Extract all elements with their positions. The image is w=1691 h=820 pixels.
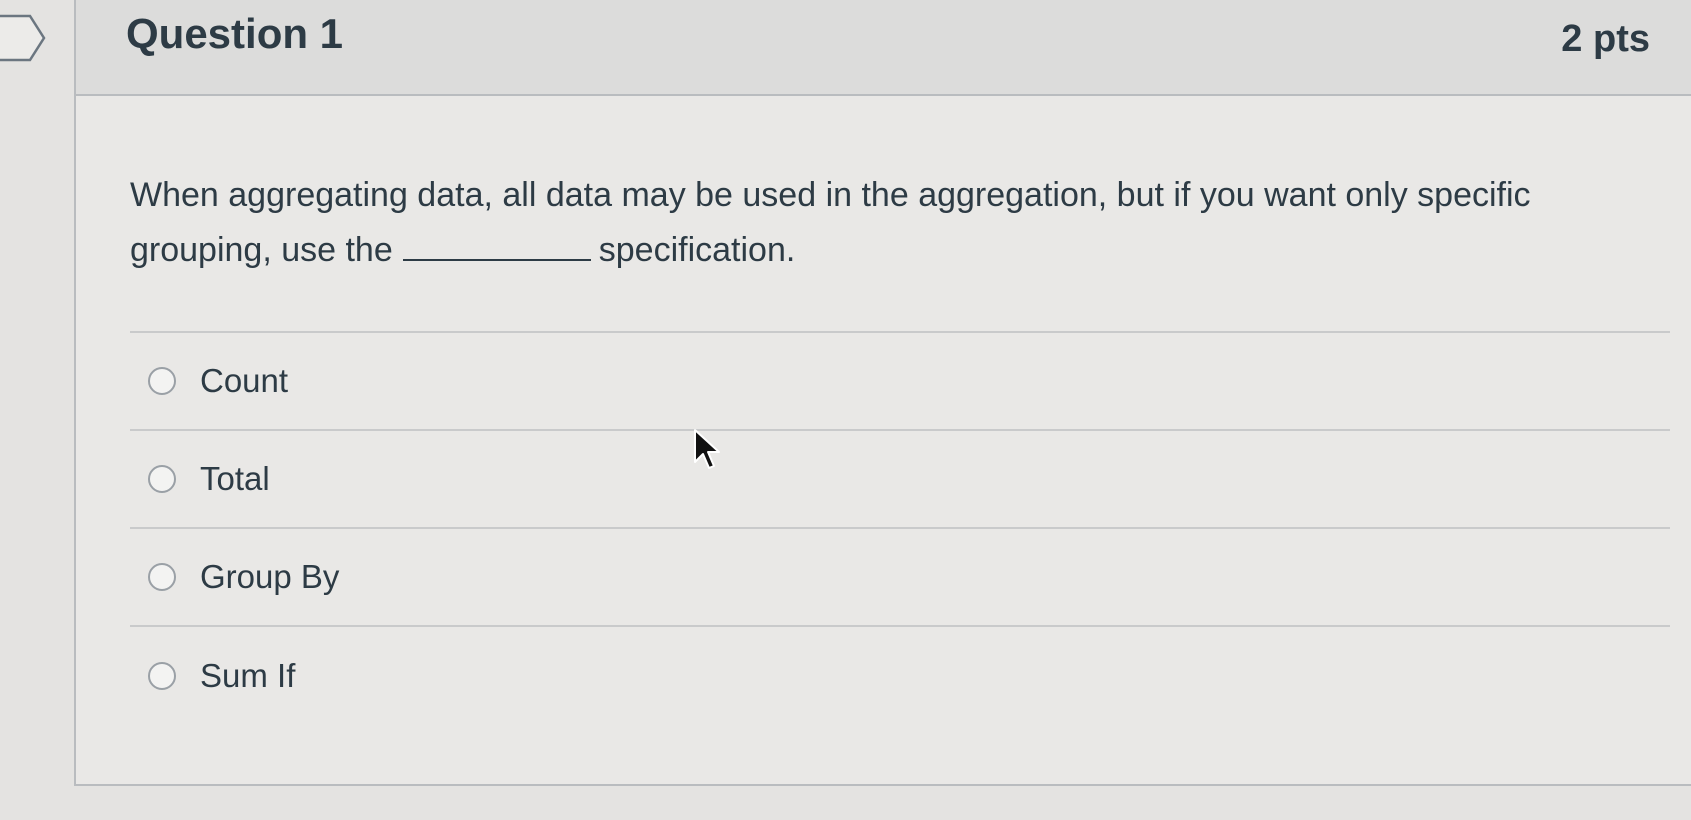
answer-option-count[interactable]: Count: [130, 333, 1670, 431]
radio-button[interactable]: [148, 367, 176, 395]
question-card: Question 1 2 pts When aggregating data, …: [74, 0, 1691, 786]
answer-label: Total: [200, 460, 270, 497]
question-text-after: specification.: [598, 231, 796, 269]
question-text-before: When aggregating data, all data may be u…: [130, 176, 1531, 269]
radio-button[interactable]: [148, 662, 176, 690]
answer-label: Sum If: [200, 657, 296, 694]
fill-in-blank: [402, 229, 591, 261]
answer-label: Group By: [200, 558, 340, 595]
bookmark-flag-icon[interactable]: [0, 14, 46, 62]
mouse-pointer-icon: [694, 429, 720, 469]
answer-option-group-by[interactable]: Group By: [130, 529, 1670, 627]
answer-option-total[interactable]: Total: [130, 431, 1670, 529]
radio-button[interactable]: [148, 465, 176, 493]
answer-option-sum-if[interactable]: Sum If: [130, 627, 1670, 725]
answer-label: Count: [200, 362, 289, 399]
answer-list: Count Total Group By Sum If: [130, 331, 1670, 725]
radio-button[interactable]: [148, 563, 176, 591]
question-points: 2 pts: [1561, 18, 1650, 60]
question-text: When aggregating data, all data may be u…: [130, 168, 1630, 278]
question-header: Question 1 2 pts: [76, 0, 1691, 96]
question-title: Question 1: [126, 10, 344, 57]
